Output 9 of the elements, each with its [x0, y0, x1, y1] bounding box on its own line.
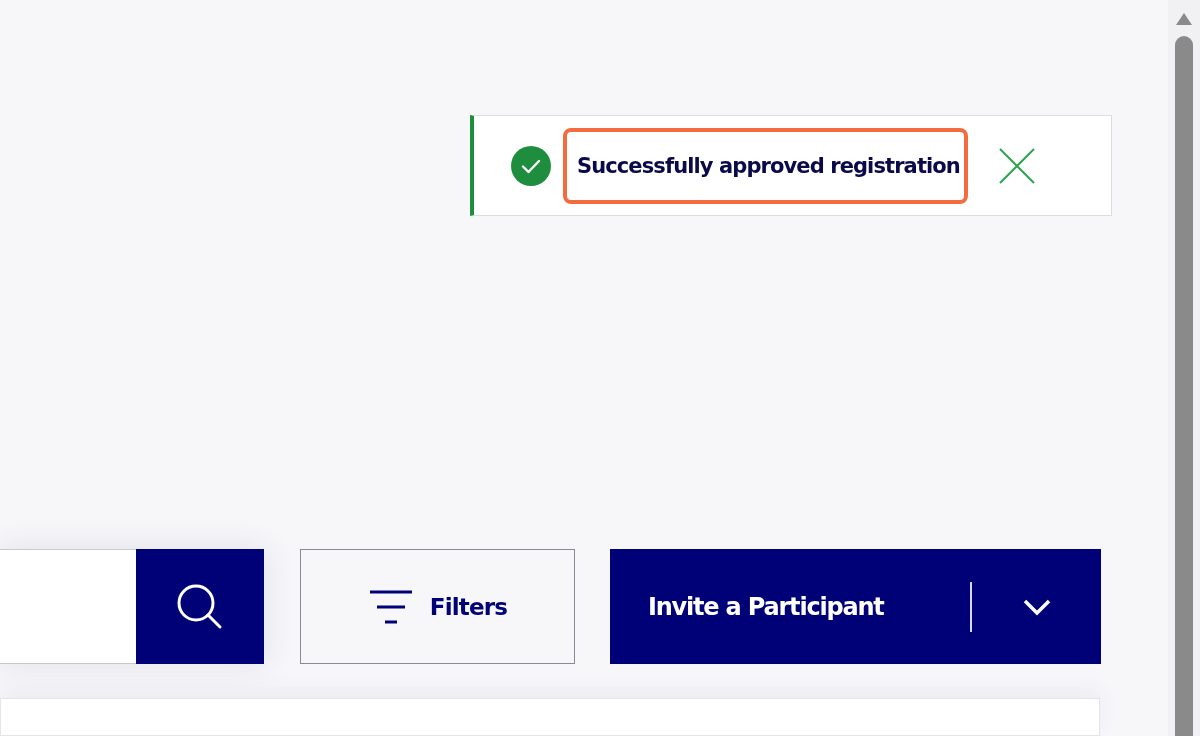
filters-button[interactable]: Filters [300, 549, 575, 664]
toast-message: Successfully approved registration [563, 127, 968, 204]
check-circle-icon [511, 145, 551, 186]
chevron-down-icon [1021, 597, 1052, 616]
scrollbar[interactable] [1168, 0, 1200, 736]
search-field[interactable] [0, 549, 136, 664]
scroll-up-icon[interactable] [1175, 12, 1193, 26]
close-icon[interactable] [997, 146, 1036, 185]
search-button[interactable] [136, 549, 264, 664]
